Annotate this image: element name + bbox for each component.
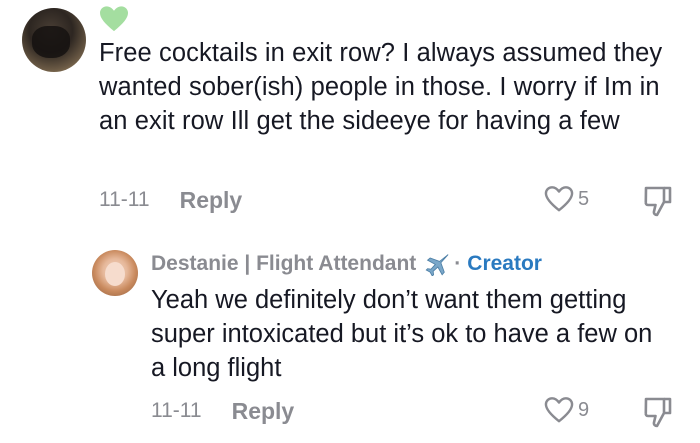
reply-to-reply-button[interactable]: Reply (232, 398, 295, 425)
reply-like-button[interactable]: 9 (544, 396, 589, 424)
reply-date: 11-11 (151, 399, 202, 422)
reply-like-count: 9 (578, 398, 590, 421)
green-heart-icon (100, 6, 128, 32)
like-count: 5 (578, 187, 590, 210)
creator-badge: Creator (467, 252, 542, 275)
heart-outline-icon (544, 186, 574, 212)
dislike-icon[interactable] (643, 396, 673, 430)
comment-date: 11-11 (99, 188, 150, 211)
reply-author-line: Destanie | Flight Attendant · Creator (151, 252, 542, 276)
commenter-avatar[interactable] (22, 8, 86, 72)
airplane-icon (425, 254, 449, 276)
creator-avatar[interactable] (92, 250, 138, 296)
dislike-icon[interactable] (643, 185, 673, 219)
author-separator: · (454, 252, 462, 275)
reply-button[interactable]: Reply (180, 187, 243, 214)
comment-meta: 11-11 Reply (99, 185, 242, 215)
comment-text: Free cocktails in exit row? I always ass… (99, 39, 663, 135)
heart-outline-icon (544, 397, 574, 423)
reply-meta: 11-11 Reply (151, 396, 294, 426)
reply-author-name[interactable]: Destanie | Flight Attendant (151, 252, 416, 276)
reply-text: Yeah we definitely don’t want them getti… (151, 286, 653, 382)
like-button[interactable]: 5 (544, 185, 589, 213)
